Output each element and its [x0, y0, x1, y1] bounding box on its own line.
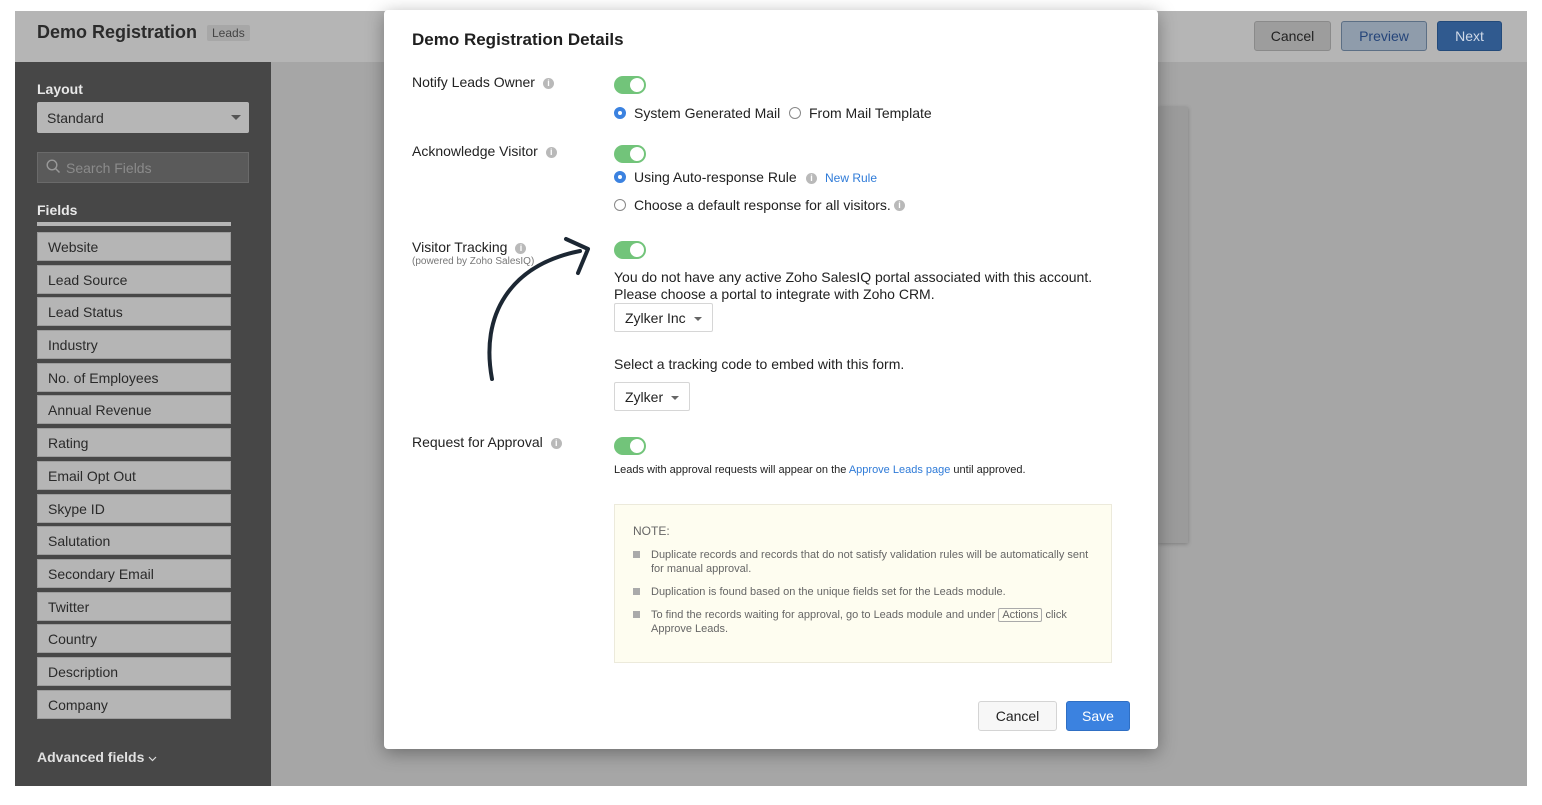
advanced-fields-toggle[interactable]: Advanced fields: [37, 749, 157, 765]
search-placeholder: Search Fields: [66, 160, 152, 176]
caret-down-icon: [693, 317, 702, 321]
request-approval-text: Request for Approval: [412, 434, 543, 450]
note-text: Duplication is found based on the unique…: [651, 586, 1006, 598]
new-rule-link[interactable]: New Rule: [825, 171, 877, 185]
note-text: Duplicate records and records that do no…: [651, 549, 1089, 575]
radio-mail-template[interactable]: From Mail Template: [789, 105, 932, 121]
radio-selected-icon: [614, 107, 626, 119]
visitor-tracking-toggle[interactable]: [614, 241, 646, 259]
advanced-fields-label: Advanced fields: [37, 749, 145, 765]
field-item[interactable]: Salutation: [37, 526, 231, 556]
radio-auto-response[interactable]: Using Auto-response Rule: [614, 169, 797, 185]
field-item[interactable]: Twitter: [37, 591, 231, 621]
field-item[interactable]: Email Opt Out: [37, 460, 231, 490]
dialog-cancel-button[interactable]: Cancel: [978, 701, 1057, 731]
dialog-save-button[interactable]: Save: [1066, 701, 1130, 731]
bullet-icon: [633, 588, 640, 595]
tracking-code-value: Zylker: [625, 389, 664, 405]
approval-info-text: Leads with approval requests will appear…: [614, 464, 1026, 476]
acknowledge-visitor-text: Acknowledge Visitor: [412, 143, 538, 159]
field-item-partial: [37, 222, 231, 226]
radio-empty-icon: [614, 199, 626, 211]
approval-text-before: Leads with approval requests will appear…: [614, 464, 849, 476]
radio-label: System Generated Mail: [634, 105, 781, 121]
radio-empty-icon: [789, 107, 801, 119]
notify-owner-text: Notify Leads Owner: [412, 74, 535, 90]
field-item[interactable]: Website: [37, 232, 231, 261]
annotation-arrow-icon: [487, 237, 590, 381]
approve-leads-link[interactable]: Approve Leads page: [849, 464, 951, 476]
note-item: To find the records waiting for approval…: [633, 608, 1093, 636]
note-text: Approve Leads.: [651, 623, 729, 635]
tracking-code-prompt: Select a tracking code to embed with thi…: [614, 356, 905, 372]
actions-keyword: Actions: [998, 608, 1043, 622]
field-item[interactable]: Lead Source: [37, 264, 231, 294]
layout-label: Layout: [37, 81, 83, 97]
note-text: click: [1042, 609, 1067, 621]
field-item[interactable]: Industry: [37, 330, 231, 360]
tracking-code-dropdown[interactable]: Zylker: [614, 382, 691, 411]
info-icon[interactable]: i: [550, 438, 562, 449]
search-icon: [46, 159, 61, 177]
module-tag: Leads: [207, 25, 250, 41]
note-item: Duplicate records and records that do no…: [633, 548, 1093, 576]
field-list: Website Lead Source Lead Status Industry…: [37, 222, 231, 722]
info-icon[interactable]: i: [894, 200, 905, 211]
next-button[interactable]: Next: [1437, 21, 1502, 51]
field-item[interactable]: No. of Employees: [37, 362, 231, 392]
radio-default-response[interactable]: Choose a default response for all visito…: [614, 197, 891, 213]
note-item: Duplication is found based on the unique…: [633, 585, 1093, 599]
layout-value: Standard: [47, 110, 104, 126]
approval-text-after: until approved.: [950, 464, 1026, 476]
field-item[interactable]: Description: [37, 656, 231, 686]
note-title: NOTE:: [633, 524, 670, 538]
field-item[interactable]: Skype ID: [37, 493, 231, 523]
notify-owner-label: Notify Leads Owner i: [412, 74, 554, 90]
field-item[interactable]: Annual Revenue: [37, 395, 231, 425]
radio-selected-icon: [614, 171, 626, 183]
portal-dropdown[interactable]: Zylker Inc: [614, 303, 713, 332]
field-item[interactable]: Company: [37, 689, 231, 719]
info-icon[interactable]: i: [806, 173, 817, 184]
notify-owner-toggle[interactable]: [614, 76, 646, 94]
radio-label: From Mail Template: [809, 105, 932, 121]
field-item[interactable]: Country: [37, 624, 231, 654]
page-title: Demo Registration: [37, 22, 198, 42]
acknowledge-visitor-toggle[interactable]: [614, 145, 646, 163]
caret-down-icon: [671, 396, 680, 400]
search-fields-input[interactable]: Search Fields: [37, 152, 249, 183]
request-approval-toggle[interactable]: [614, 437, 646, 455]
field-item[interactable]: Rating: [37, 428, 231, 458]
dialog-title: Demo Registration Details: [412, 30, 624, 49]
cancel-button[interactable]: Cancel: [1254, 21, 1331, 51]
bullet-icon: [633, 551, 640, 558]
bullet-icon: [633, 611, 640, 618]
note-text: To find the records waiting for approval…: [651, 609, 999, 621]
field-item[interactable]: Lead Status: [37, 297, 231, 327]
acknowledge-visitor-label: Acknowledge Visitor i: [412, 143, 557, 159]
radio-label: Choose a default response for all visito…: [634, 197, 891, 213]
caret-down-icon: [231, 115, 241, 120]
portal-value: Zylker Inc: [625, 310, 686, 326]
chevron-down-icon: [148, 749, 157, 765]
note-box: NOTE: Duplicate records and records that…: [614, 504, 1112, 663]
info-icon[interactable]: i: [542, 78, 554, 89]
layout-select[interactable]: Standard: [37, 102, 249, 133]
radio-label: Using Auto-response Rule: [634, 169, 797, 185]
request-approval-label: Request for Approval i: [412, 434, 562, 450]
form-canvas-card: [1158, 107, 1188, 543]
field-item[interactable]: Secondary Email: [37, 558, 231, 588]
preview-button[interactable]: Preview: [1341, 21, 1427, 51]
radio-system-mail[interactable]: System Generated Mail: [614, 105, 780, 121]
no-portal-message: You do not have any active Zoho SalesIQ …: [614, 269, 1093, 302]
info-icon[interactable]: i: [545, 147, 557, 158]
fields-label: Fields: [37, 202, 78, 218]
fields-sidebar: Layout Standard Search Fields Fields Web…: [15, 62, 271, 786]
